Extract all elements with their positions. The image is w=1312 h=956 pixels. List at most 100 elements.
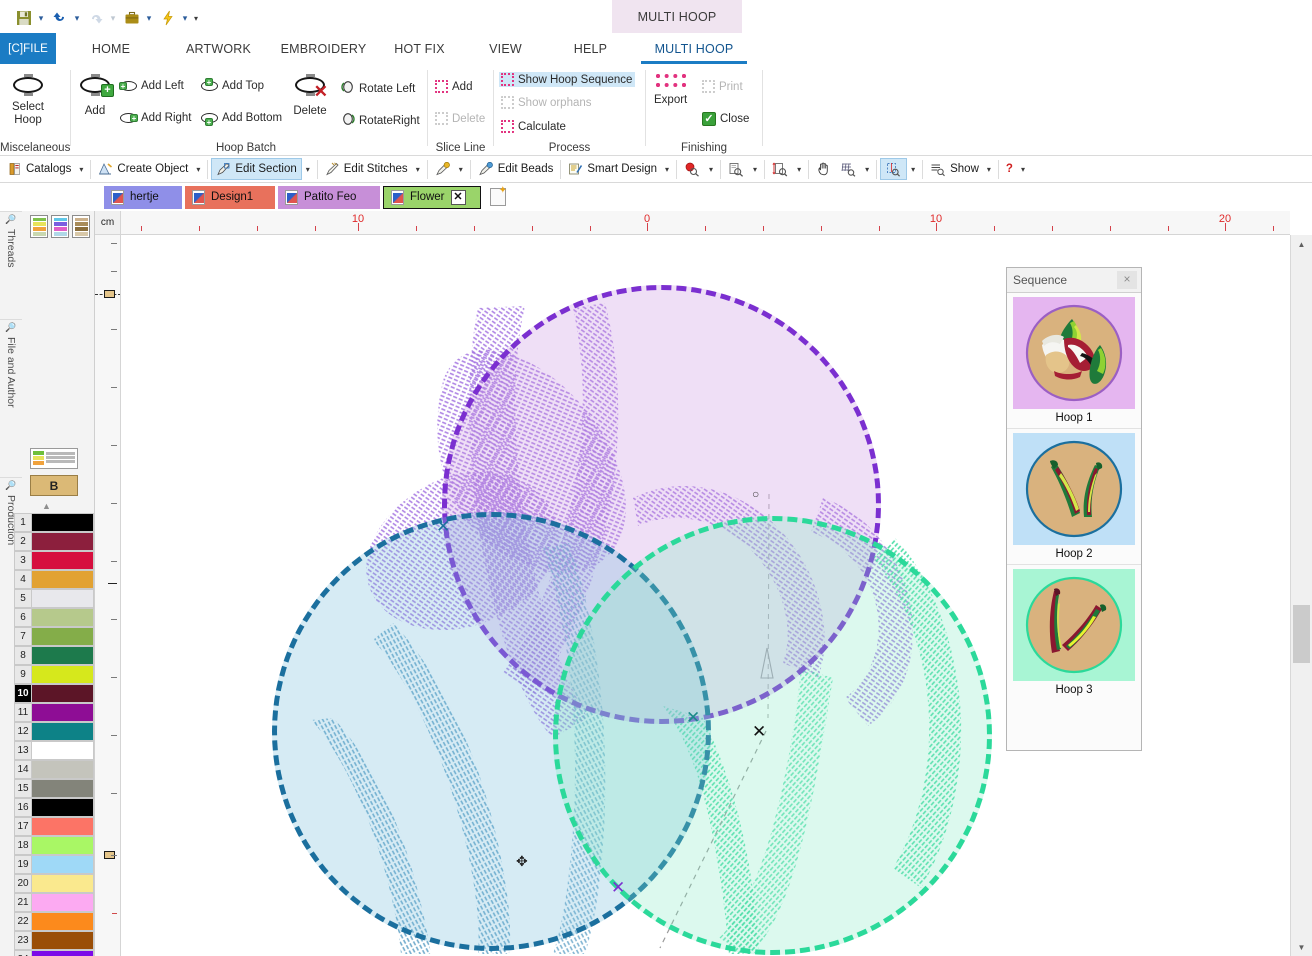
tab-artwork[interactable]: ARTWORK (166, 33, 271, 64)
thread-legend-card[interactable] (30, 448, 78, 469)
add-left-button[interactable]: + Add Left (120, 80, 184, 92)
create-object-button[interactable]: Create Object (94, 158, 192, 180)
rotate-left-button[interactable]: Rotate Left (341, 80, 415, 97)
floppy-disk-icon[interactable] (14, 8, 34, 28)
close-icon[interactable]: ✕ (451, 190, 466, 205)
scrollbar-thumb[interactable] (1293, 605, 1310, 663)
edit-beads-button[interactable]: Edit Beads (474, 158, 558, 180)
sequence-item-hoop-1[interactable]: Hoop 1 (1007, 293, 1141, 429)
palette-row[interactable]: 21 (14, 893, 94, 912)
palette-row[interactable]: 23 (14, 931, 94, 950)
doc-tab-flower[interactable]: Flower ✕ (383, 186, 481, 209)
palette-row[interactable]: 14 (14, 760, 94, 779)
doc-tab-hertje[interactable]: hertje (104, 186, 182, 209)
briefcase-icon[interactable] (122, 8, 142, 28)
palette-row[interactable]: 17 (14, 817, 94, 836)
redo-dropdown-caret[interactable]: ▾ (106, 8, 120, 28)
sequence-item-hoop-3[interactable]: Hoop 3 (1007, 565, 1141, 700)
tab-home[interactable]: HOME (56, 33, 166, 64)
edit-needle-caret[interactable]: ▾ (455, 165, 467, 174)
zoom-height-button[interactable] (768, 158, 793, 180)
hoop-marker-x-4[interactable]: ✕ (752, 723, 766, 740)
pan-hand-button[interactable] (812, 158, 836, 180)
palette-row[interactable]: 22 (14, 912, 94, 931)
zoom-page-button[interactable] (724, 158, 749, 180)
redo-arrow-icon[interactable] (86, 8, 106, 28)
palette-row[interactable]: 19 (14, 855, 94, 874)
palette-row[interactable]: 2 (14, 532, 94, 551)
catalogs-button[interactable]: Catalogs (4, 158, 75, 180)
create-object-caret[interactable]: ▾ (192, 165, 204, 174)
tab-embroidery[interactable]: EMBROIDERY (271, 33, 376, 64)
undo-dropdown-caret[interactable]: ▾ (70, 8, 84, 28)
edit-section-button[interactable]: Edit Section (211, 158, 301, 180)
grid-button[interactable] (836, 158, 861, 180)
quick-action-dropdown-caret[interactable]: ▾ (178, 8, 192, 28)
doc-tab-patito-feo[interactable]: Patito Feo (278, 186, 380, 209)
palette-row[interactable]: 6 (14, 608, 94, 627)
zoom-selection-caret[interactable]: ▾ (907, 165, 919, 174)
horizontal-ruler[interactable]: 10 0 10 20 (121, 211, 1290, 235)
palette-row[interactable]: 4 (14, 570, 94, 589)
doc-tab-design1[interactable]: Design1 (185, 186, 275, 209)
smart-design-button[interactable]: Smart Design (564, 158, 661, 180)
add-right-button[interactable]: + Add Right (120, 112, 192, 124)
help-button[interactable]: ? (1002, 158, 1017, 180)
add-bottom-button[interactable]: + Add Bottom (201, 112, 282, 124)
hoop-marker-x-2[interactable]: ✕ (686, 709, 700, 726)
undo-arrow-icon[interactable] (50, 8, 70, 28)
show-button[interactable]: Show (926, 158, 983, 180)
sequence-item-hoop-2[interactable]: Hoop 2 (1007, 429, 1141, 565)
palette-collapse-up-icon[interactable]: ▲ (42, 501, 51, 511)
add-top-button[interactable]: + Add Top (201, 80, 264, 92)
edit-stitches-caret[interactable]: ▾ (412, 165, 424, 174)
palette-row[interactable]: 18 (14, 836, 94, 855)
show-orphans-button[interactable]: Show orphans (501, 96, 592, 109)
palette-row[interactable]: 3 (14, 551, 94, 570)
palette-row[interactable]: 13 (14, 741, 94, 760)
catalogs-caret[interactable]: ▾ (75, 165, 87, 174)
hoop-marker-circle[interactable]: ○ (752, 486, 759, 503)
print-button[interactable]: Print (702, 80, 743, 93)
vertical-ruler[interactable] (95, 235, 121, 956)
palette-row[interactable]: 15 (14, 779, 94, 798)
show-caret[interactable]: ▾ (983, 165, 995, 174)
show-hoop-sequence-button[interactable]: Show Hoop Sequence (499, 72, 635, 87)
slice-line-add-button[interactable]: Add (435, 80, 472, 93)
tab-multi-hoop[interactable]: MULTI HOOP (633, 33, 755, 64)
edit-section-caret[interactable]: ▾ (302, 165, 314, 174)
swatch-card-blue[interactable] (51, 215, 69, 238)
close-button[interactable]: ✓ Close (702, 112, 749, 126)
ruler-unit-corner[interactable]: cm (95, 211, 121, 235)
palette-row[interactable]: 9 (14, 665, 94, 684)
move-cursor-icon[interactable]: ✥ (516, 853, 528, 870)
hoop-marker-x-1[interactable]: ✕ (436, 518, 450, 535)
lightning-bolt-icon[interactable] (158, 8, 178, 28)
new-document-button[interactable] (490, 188, 506, 206)
tab-hot-fix[interactable]: HOT FIX (376, 33, 463, 64)
tab-help[interactable]: HELP (548, 33, 633, 64)
qat-overflow-caret[interactable]: ▾ (194, 14, 198, 23)
palette-row[interactable]: 1 (14, 513, 94, 532)
open-dropdown-caret[interactable]: ▾ (142, 8, 156, 28)
palette-row[interactable]: 11 (14, 703, 94, 722)
vertical-scrollbar[interactable]: ▲ ▼ (1290, 235, 1312, 956)
sidebar-item-file-and-author[interactable]: 🔍 File and Author (0, 319, 22, 477)
delete-hoop-button[interactable]: ✕ Delete (293, 74, 327, 118)
calculate-button[interactable]: Calculate (501, 120, 566, 133)
palette-row[interactable]: 12 (14, 722, 94, 741)
close-icon[interactable]: × (1117, 271, 1137, 289)
swatch-card-green[interactable] (30, 215, 48, 238)
scroll-up-icon[interactable]: ▲ (1291, 235, 1312, 253)
export-button[interactable]: Export (654, 74, 687, 107)
edit-stitches-button[interactable]: Edit Stitches (321, 158, 412, 180)
swatch-card-brown[interactable] (72, 215, 90, 238)
file-menu-tab[interactable]: [C]FILE (0, 33, 56, 64)
zoom-red-caret[interactable]: ▾ (705, 165, 717, 174)
brand-card-b[interactable]: B (30, 475, 78, 496)
palette-row[interactable]: 16 (14, 798, 94, 817)
scroll-down-icon[interactable]: ▼ (1291, 938, 1312, 956)
zoom-red-button[interactable] (680, 158, 705, 180)
save-dropdown-caret[interactable]: ▾ (34, 8, 48, 28)
palette-row[interactable]: 7 (14, 627, 94, 646)
